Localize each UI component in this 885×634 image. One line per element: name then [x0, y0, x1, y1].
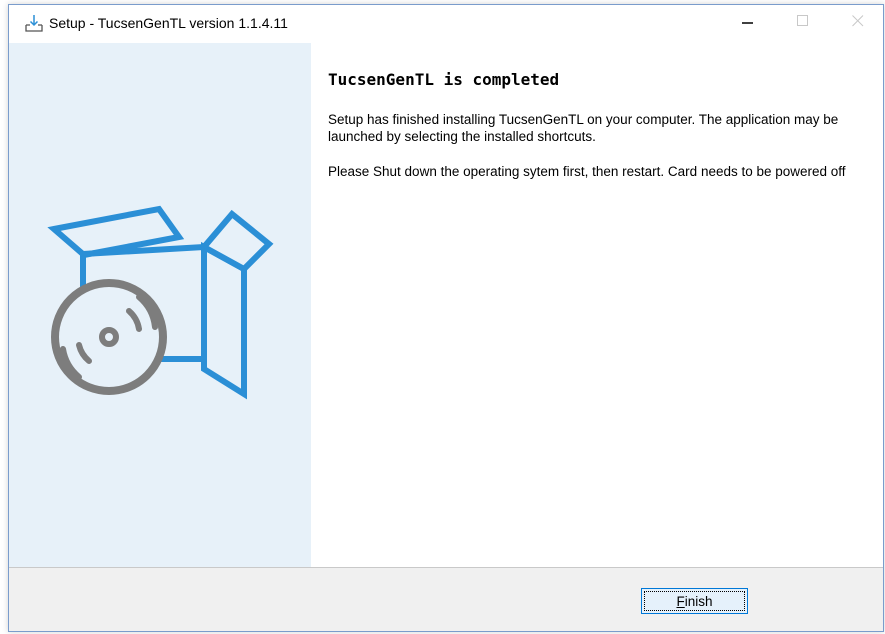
title-bar[interactable]: Setup - TucsenGenTL version 1.1.4.11 — [9, 5, 883, 43]
finish-button-label: inish — [684, 593, 713, 609]
wizard-side-panel — [9, 43, 311, 567]
installer-download-icon — [24, 14, 44, 34]
completion-message: Setup has finished installing TucsenGenT… — [328, 112, 839, 144]
maximize-button — [780, 5, 826, 37]
restart-notice: Please Shut down the operating sytem fir… — [328, 164, 846, 179]
finish-button[interactable]: Finish — [641, 588, 748, 614]
setup-window: Setup - TucsenGenTL version 1.1.4.11 Tuc… — [8, 4, 884, 632]
close-button — [835, 5, 881, 37]
maximize-icon — [797, 15, 808, 26]
window-title: Setup - TucsenGenTL version 1.1.4.11 — [49, 15, 288, 31]
software-box-disc-icon — [47, 205, 274, 400]
wizard-footer: Finish — [9, 567, 883, 631]
close-icon — [852, 15, 864, 27]
wizard-content: TucsenGenTL is completed Setup has finis… — [311, 43, 883, 567]
minimize-icon — [742, 22, 753, 24]
finish-button-mnemonic: F — [676, 593, 685, 609]
minimize-button[interactable] — [725, 5, 771, 37]
page-title: TucsenGenTL is completed — [328, 70, 560, 89]
